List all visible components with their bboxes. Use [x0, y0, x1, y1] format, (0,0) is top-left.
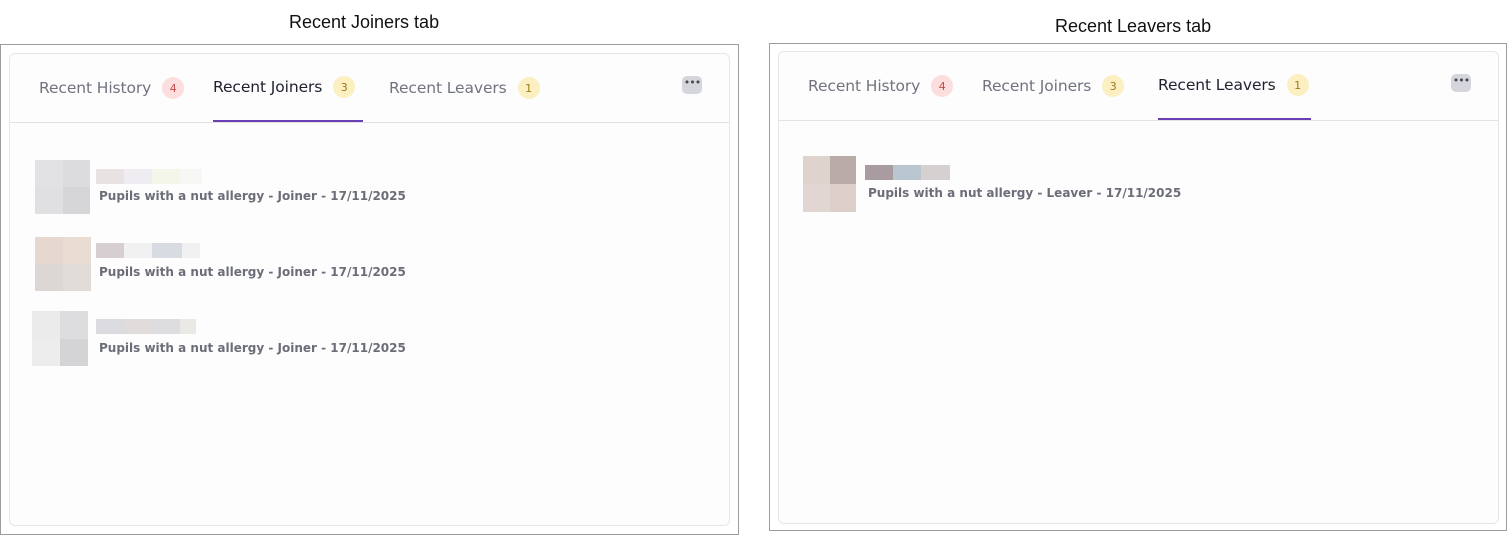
tab-recent-history[interactable]: Recent History 4	[39, 54, 185, 122]
panel-caption: Recent Joiners tab	[289, 12, 440, 32]
count-badge: 4	[162, 77, 185, 99]
tab-label: Recent Leavers	[389, 79, 507, 97]
panel-caption: Recent Leavers tab	[1055, 16, 1212, 36]
tab-label: Recent Joiners	[982, 77, 1092, 95]
tab-bar: Recent History 4 Recent Joiners 3 Recent…	[10, 54, 729, 123]
ellipsis-icon: •••	[1452, 74, 1470, 87]
tab-label: Recent History	[808, 77, 921, 95]
screenshot-frame: Recent History 4 Recent Joiners 3 Recent…	[769, 43, 1507, 531]
redacted-name	[96, 169, 202, 184]
screenshot-frame: Recent History 4 Recent Joiners 3 Recent…	[0, 44, 739, 535]
tab-recent-leavers[interactable]: Recent Leavers 1	[389, 54, 540, 122]
count-badge: 1	[1286, 74, 1309, 96]
entry-description: Pupils with a nut allergy - Joiner - 17/…	[99, 341, 406, 355]
avatar	[35, 237, 91, 291]
entry-description: Pupils with a nut allergy - Joiner - 17/…	[99, 265, 406, 279]
more-options-button[interactable]: •••	[1451, 74, 1471, 92]
count-badge: 1	[517, 77, 540, 99]
tab-label: Recent Leavers	[1158, 76, 1276, 94]
redacted-name	[865, 165, 950, 180]
avatar	[32, 311, 88, 366]
more-options-button[interactable]: •••	[682, 76, 702, 94]
tab-recent-joiners[interactable]: Recent Joiners 3	[213, 54, 363, 122]
avatar	[803, 156, 856, 212]
entry-description: Pupils with a nut allergy - Leaver - 17/…	[868, 186, 1182, 200]
recent-activity-card: Recent History 4 Recent Joiners 3 Recent…	[9, 53, 730, 526]
recent-activity-card: Recent History 4 Recent Joiners 3 Recent…	[778, 51, 1499, 524]
count-badge: 3	[333, 76, 356, 98]
entry-description: Pupils with a nut allergy - Joiner - 17/…	[99, 189, 406, 203]
redacted-name	[96, 319, 196, 334]
ellipsis-icon: •••	[683, 76, 701, 89]
count-badge: 3	[1102, 75, 1125, 97]
tab-bar: Recent History 4 Recent Joiners 3 Recent…	[779, 52, 1498, 121]
tab-recent-joiners[interactable]: Recent Joiners 3	[982, 52, 1125, 120]
tab-label: Recent History	[39, 79, 152, 97]
tab-recent-leavers[interactable]: Recent Leavers 1	[1158, 52, 1311, 120]
redacted-name	[96, 243, 200, 258]
avatar	[35, 160, 90, 214]
tab-label: Recent Joiners	[213, 78, 323, 96]
count-badge: 4	[931, 75, 954, 97]
tab-recent-history[interactable]: Recent History 4	[808, 52, 954, 120]
